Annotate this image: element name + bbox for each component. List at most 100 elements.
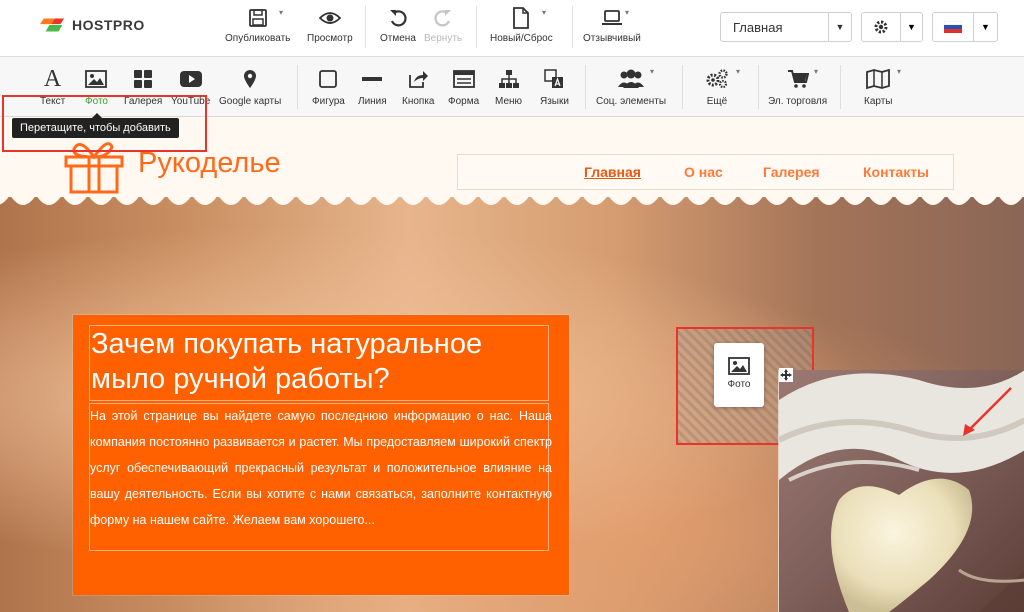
gallery-grid-icon: [133, 66, 153, 92]
ecommerce-label: Эл. торговля: [768, 96, 828, 107]
add-languages-label: Языки: [540, 96, 569, 107]
page-select-value: Главная: [733, 19, 783, 35]
publish-caret-icon[interactable]: ▾: [279, 8, 283, 17]
nav-link-gallery[interactable]: Галерея: [763, 164, 820, 180]
russian-flag-icon: [933, 21, 973, 33]
map-pin-icon: [243, 66, 257, 92]
maps-label: Карты: [864, 96, 893, 107]
ecommerce-button[interactable]: Эл. торговля: [768, 66, 827, 107]
add-menu-button[interactable]: Меню: [495, 66, 522, 107]
more-caret-icon[interactable]: ▾: [736, 67, 740, 76]
highlight-frame: [2, 95, 207, 152]
add-line-button[interactable]: Линия: [358, 66, 387, 107]
top-bar: HOSTPRO Опубликовать ▾ Просмотр Отмена В…: [0, 0, 1024, 57]
nav-link-home[interactable]: Главная: [584, 164, 641, 180]
add-social-button[interactable]: Соц. элементы: [596, 66, 666, 107]
cart-icon: [787, 66, 809, 92]
soap-photo[interactable]: [778, 370, 1024, 612]
add-shape-label: Фигура: [312, 96, 345, 107]
chevron-down-icon[interactable]: ▼: [828, 13, 851, 41]
add-languages-button[interactable]: Языки: [540, 66, 569, 107]
add-button-label: Кнопка: [402, 96, 435, 107]
gear-icon: [862, 19, 900, 35]
nav-link-about[interactable]: О нас: [684, 164, 723, 180]
language-button[interactable]: ▼: [932, 12, 998, 42]
image-icon: [728, 357, 750, 375]
square-icon: [319, 66, 338, 92]
hero-heading[interactable]: Зачем покупать натуральное мыло ручной р…: [91, 327, 561, 397]
toolbar-divider: [297, 65, 298, 109]
undo-button[interactable]: Отмена: [380, 6, 416, 44]
redo-icon: [433, 6, 453, 30]
add-shape-button[interactable]: Фигура: [312, 66, 345, 107]
add-google-maps-button[interactable]: Google карты: [219, 66, 281, 107]
hostpro-logo-icon: [40, 18, 65, 32]
share-arrow-icon: [408, 66, 429, 92]
settings-button[interactable]: ▼: [861, 12, 923, 42]
new-reset-caret-icon[interactable]: ▾: [542, 8, 546, 17]
page-select[interactable]: Главная ▼: [720, 12, 852, 42]
responsive-caret-icon[interactable]: ▾: [625, 8, 629, 17]
dragged-photo-label: Фото: [727, 379, 751, 390]
hostpro-logo: HOSTPRO: [40, 14, 145, 36]
responsive-button[interactable]: Отзывчивый: [583, 6, 641, 44]
undo-label: Отмена: [380, 33, 416, 44]
translate-icon: [544, 66, 564, 92]
youtube-icon: [179, 66, 202, 92]
hero-heading-box[interactable]: Зачем покупать натуральное мыло ручной р…: [89, 325, 549, 401]
undo-icon: [388, 6, 408, 30]
save-icon: [248, 6, 268, 30]
social-caret-icon[interactable]: ▾: [650, 67, 654, 76]
laptop-icon: [601, 6, 623, 30]
dragged-photo-element[interactable]: Фото: [714, 343, 764, 407]
maps-caret-icon[interactable]: ▾: [897, 67, 901, 76]
text-icon: A: [43, 65, 62, 92]
toolbar-divider: [585, 65, 586, 109]
chevron-down-icon[interactable]: ▼: [973, 13, 997, 41]
document-icon: [512, 6, 530, 30]
form-icon: [452, 66, 475, 92]
image-icon: [85, 66, 108, 92]
redo-button[interactable]: Вернуть: [424, 6, 462, 44]
preview-button[interactable]: Просмотр: [307, 6, 353, 44]
soap-photo-image: [779, 370, 1024, 612]
more-label: Ещё: [706, 96, 728, 107]
toolbar-divider: [476, 6, 477, 48]
site-canvas[interactable]: Рукоделье Главная О нас Галерея Контакты…: [0, 117, 1024, 612]
toolbar-divider: [682, 65, 683, 109]
site-nav-menu[interactable]: Главная О нас Галерея Контакты: [457, 154, 954, 190]
add-menu-label: Меню: [495, 96, 523, 107]
toolbar-divider: [758, 65, 759, 109]
toolbar-divider: [840, 65, 841, 109]
hero-text-block[interactable]: Зачем покупать натуральное мыло ручной р…: [73, 315, 569, 595]
responsive-label: Отзывчивый: [583, 33, 641, 44]
new-reset-label: Новый/Сброс: [490, 33, 553, 44]
hero-body-box[interactable]: На этой странице вы найдете самую послед…: [89, 403, 552, 551]
scalloped-divider: [0, 189, 1024, 205]
add-form-button[interactable]: Форма: [448, 66, 479, 107]
add-form-label: Форма: [448, 96, 480, 107]
add-line-label: Линия: [358, 96, 387, 107]
publish-label: Опубликовать: [225, 33, 291, 44]
sitemap-icon: [498, 66, 519, 92]
move-handle-icon[interactable]: [779, 368, 793, 382]
gears-icon: [705, 66, 729, 92]
add-social-label: Соц. элементы: [596, 96, 667, 107]
maps-button[interactable]: Карты: [864, 66, 893, 107]
ecommerce-caret-icon[interactable]: ▾: [814, 67, 818, 76]
nav-link-contacts[interactable]: Контакты: [863, 164, 929, 180]
redo-label: Вернуть: [424, 33, 463, 44]
add-google-maps-label: Google карты: [219, 96, 282, 107]
hero-body-text[interactable]: На этой странице вы найдете самую послед…: [90, 403, 552, 533]
toolbar-divider: [365, 6, 366, 48]
eye-icon: [318, 6, 341, 30]
add-button-button[interactable]: Кнопка: [402, 66, 434, 107]
line-icon: [362, 66, 383, 92]
toolbar-divider: [572, 6, 573, 48]
users-icon: [618, 66, 645, 92]
preview-label: Просмотр: [307, 33, 353, 44]
more-button[interactable]: Ещё: [705, 66, 729, 107]
logo-text: HOSTPRO: [72, 17, 145, 33]
chevron-down-icon[interactable]: ▼: [900, 13, 922, 41]
folded-map-icon: [866, 66, 891, 92]
